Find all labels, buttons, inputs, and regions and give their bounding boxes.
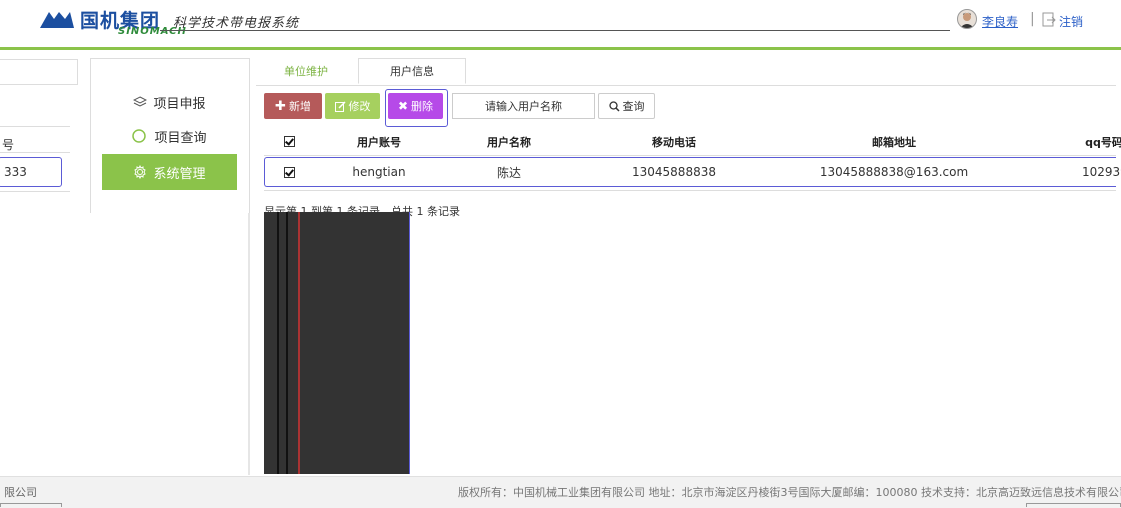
table-cell: hengtian bbox=[352, 165, 406, 179]
sidebar-item-label: 项目申报 bbox=[153, 96, 206, 112]
table-row[interactable]: hengtian 陈达 13045888838 13045888838@163.… bbox=[264, 157, 1121, 187]
plus-icon: ✚ bbox=[275, 98, 286, 114]
select-all-checkbox[interactable] bbox=[284, 128, 295, 155]
gear-icon bbox=[134, 165, 147, 179]
sinomach-logo-icon bbox=[40, 12, 74, 28]
column-header: qq号码 bbox=[1085, 135, 1121, 149]
query-button-label: 查询 bbox=[622, 100, 645, 113]
left-panel-divider bbox=[0, 191, 70, 192]
sidebar-item-system-management[interactable]: 系统管理 bbox=[102, 154, 237, 190]
sidebar-edge bbox=[248, 213, 250, 475]
left-panel-input-value: 333 bbox=[4, 165, 27, 179]
left-panel-divider bbox=[0, 152, 70, 153]
edit-button[interactable]: 修改 bbox=[325, 93, 380, 119]
user-name-link[interactable]: 李良寿 bbox=[982, 13, 1018, 30]
user-name-search-input[interactable] bbox=[452, 93, 595, 119]
redaction-block bbox=[300, 212, 410, 474]
avatar[interactable] bbox=[957, 9, 977, 29]
search-icon bbox=[608, 100, 620, 112]
table-cell: 13045888838 bbox=[632, 165, 716, 179]
sidebar-item-project-query[interactable]: 项目查询 bbox=[102, 118, 237, 154]
search-icon bbox=[132, 129, 147, 143]
header-accent-line bbox=[0, 47, 1121, 50]
left-panel-header bbox=[0, 59, 78, 85]
header-divider bbox=[160, 30, 950, 31]
footer-company-fragment: 限公司 bbox=[4, 486, 37, 499]
delete-button[interactable]: ✖ 删除 bbox=[388, 93, 443, 119]
left-panel-divider bbox=[0, 126, 70, 127]
table-cell: 陈达 bbox=[496, 165, 521, 180]
column-header: 用户名称 bbox=[487, 135, 531, 149]
header-bar bbox=[0, 0, 1121, 50]
layers-icon bbox=[133, 96, 148, 107]
footer-box bbox=[1026, 503, 1121, 507]
logout-icon[interactable] bbox=[1042, 12, 1056, 28]
add-button-label: 新增 bbox=[288, 100, 311, 113]
column-header: 用户账号 bbox=[357, 135, 401, 149]
delete-icon: ✖ bbox=[397, 99, 409, 113]
sidebar-item-project-apply[interactable]: 项目申报 bbox=[102, 84, 237, 120]
column-header: 邮箱地址 bbox=[872, 135, 916, 149]
table-cell: 10293993 bbox=[1082, 165, 1121, 179]
add-button[interactable]: ✚ 新增 bbox=[264, 93, 322, 119]
redaction-block bbox=[277, 212, 279, 474]
tab-unit-maintenance[interactable]: 单位维护 bbox=[256, 58, 356, 84]
redaction-block bbox=[264, 212, 286, 474]
redaction-block bbox=[288, 212, 298, 474]
footer-box bbox=[0, 503, 62, 507]
sidebar-item-label: 项目查询 bbox=[154, 130, 207, 146]
header-separator: | bbox=[1030, 11, 1035, 27]
header-slogan: 科学技术带电报系统 bbox=[173, 16, 300, 31]
table-header: 用户账号 用户名称 移动电话 邮箱地址 qq号码 bbox=[264, 128, 1121, 156]
footer-copyright: 版权所有：中国机械工业集团有限公司 地址：北京市海淀区丹棱街3号国际大厦邮编：1… bbox=[458, 486, 1121, 499]
query-button[interactable]: 查询 bbox=[598, 93, 655, 119]
table-divider bbox=[264, 190, 1116, 191]
delete-button-label: 删除 bbox=[411, 100, 434, 113]
table-cell: 13045888838@163.com bbox=[819, 165, 969, 179]
logout-link[interactable]: 注销 bbox=[1059, 13, 1083, 30]
row-checkbox[interactable] bbox=[284, 158, 295, 186]
user-avatar-icon bbox=[960, 12, 974, 28]
sidebar-item-label: 系统管理 bbox=[153, 166, 206, 182]
edit-button-label: 修改 bbox=[348, 100, 371, 113]
column-header: 移动电话 bbox=[652, 135, 696, 149]
edit-icon bbox=[334, 100, 346, 112]
tab-user-info[interactable]: 用户信息 bbox=[358, 58, 466, 84]
left-panel-label: 号 bbox=[2, 138, 15, 152]
